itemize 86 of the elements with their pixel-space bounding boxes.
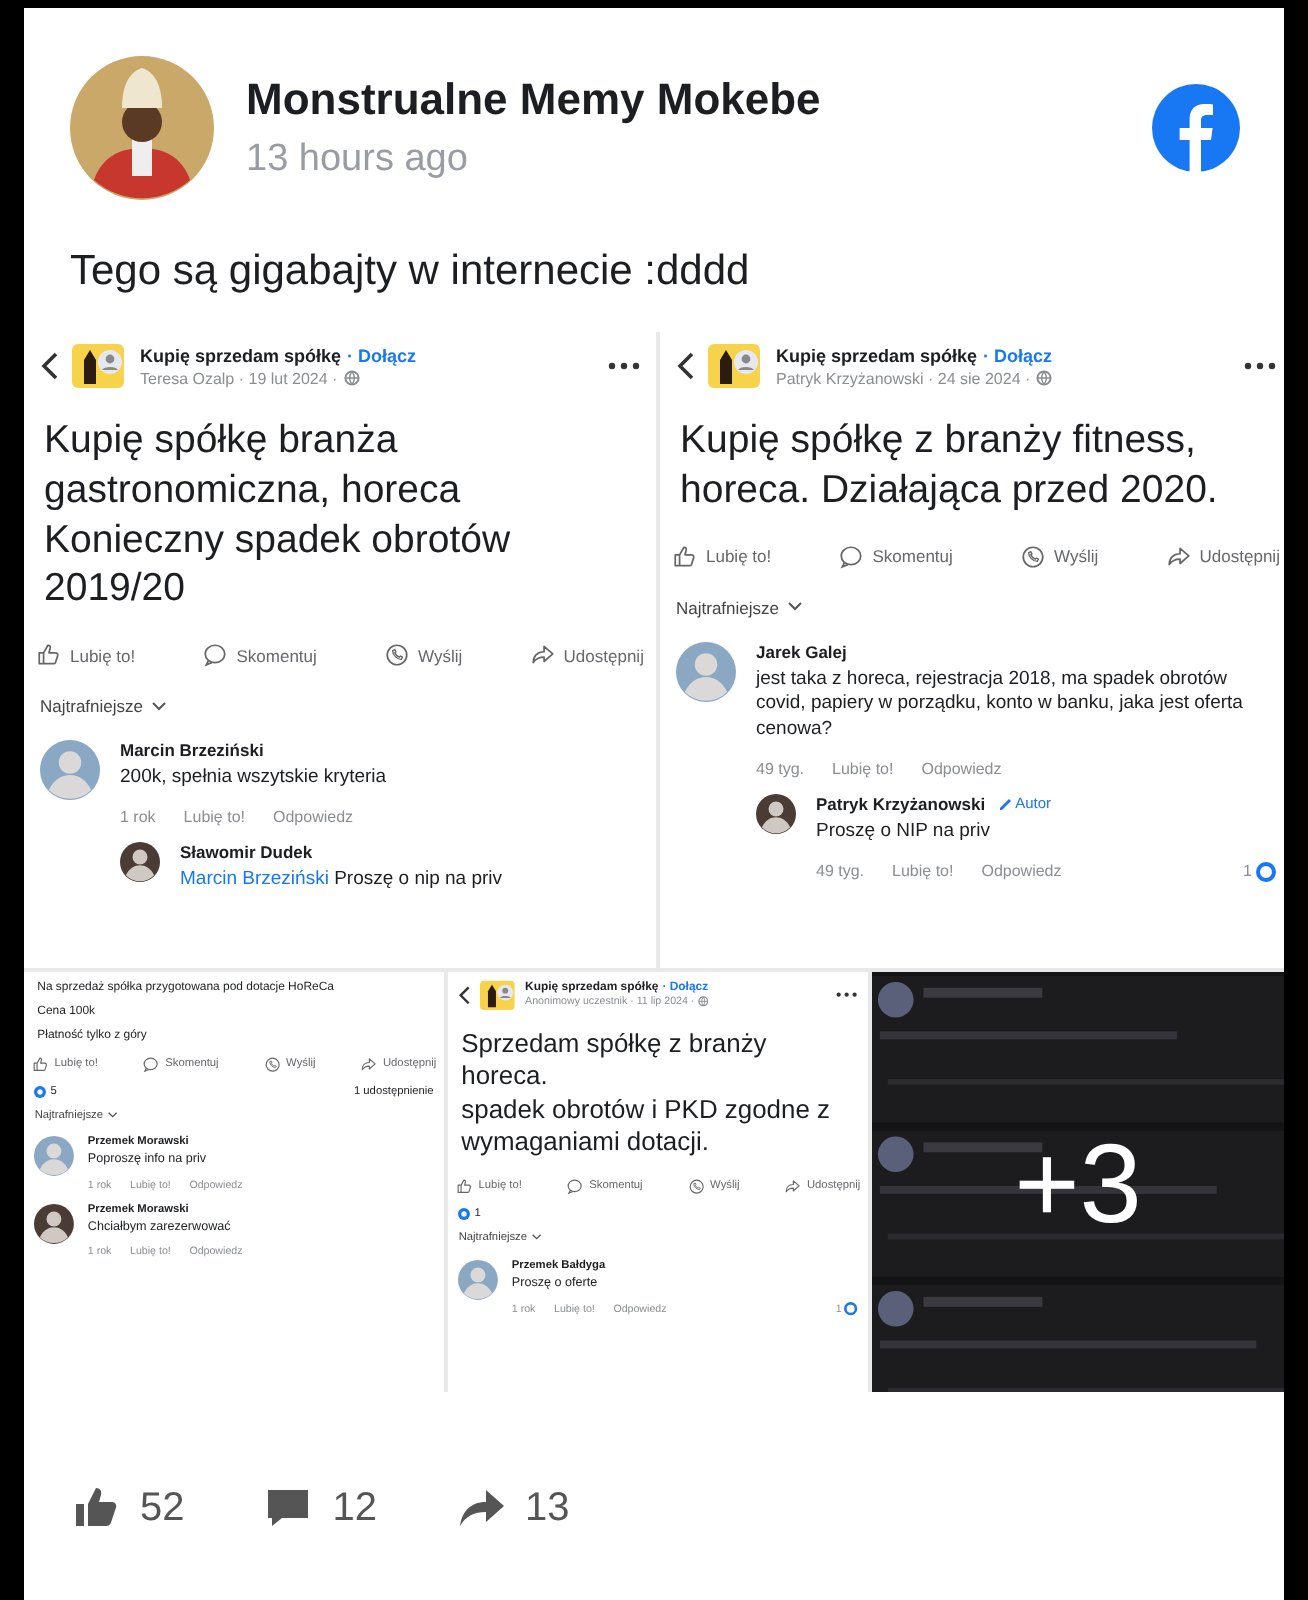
- speech-bubble-icon: [264, 1484, 313, 1532]
- share-count[interactable]: 13: [525, 1485, 570, 1531]
- globe-icon: [343, 370, 360, 386]
- like-button[interactable]: Lubię to!: [672, 543, 772, 569]
- like-count[interactable]: 52: [140, 1485, 185, 1531]
- chevron-down-icon: [787, 602, 801, 612]
- post-text: Tego są gigabajty w internecie :dddd: [68, 246, 752, 298]
- like-button[interactable]: Lubię to!: [36, 642, 136, 668]
- phone-bubble-icon: [1020, 543, 1047, 569]
- avatar-icon: [756, 793, 796, 834]
- more-options-icon: [608, 362, 640, 370]
- reply-link[interactable]: Odpowiedz: [273, 807, 354, 826]
- comment-time: 49 tyg.: [816, 862, 865, 881]
- speech-bubble-icon: [838, 543, 865, 569]
- avatar-icon: [676, 641, 736, 701]
- reaction-icon: [844, 1302, 858, 1317]
- comment-button[interactable]: Skomentuj: [202, 642, 317, 668]
- chevron-down-icon: [108, 1111, 118, 1119]
- avatar-icon: [458, 1259, 499, 1300]
- back-chevron-icon: [458, 985, 472, 1004]
- post-title: Kupię spółkę z branży fitness, horeca. Działająca przed 2020.: [680, 416, 1220, 515]
- pencil-icon: [997, 796, 1012, 811]
- share-button[interactable]: Udostępnij: [529, 642, 644, 668]
- comment-text: jest taka z horeca, rejestracja 2018, ma spadek obrotów covid, papiery w porządku, konto w banku, jaka jest oferta cenowa?: [756, 667, 1245, 744]
- more-photos-count[interactable]: +3: [1014, 1117, 1142, 1247]
- chevron-down-icon: [532, 1234, 542, 1241]
- profile-avatar: [70, 56, 214, 200]
- globe-icon: [698, 996, 709, 1008]
- thumbs-up-icon: [72, 1484, 120, 1532]
- send-button[interactable]: Wyślij: [384, 642, 463, 668]
- post-byline: Teresa Ozalp · 19 lut 2024 ·: [140, 369, 338, 387]
- more-options-icon: [1244, 362, 1276, 370]
- commenter-name[interactable]: Jarek Galej: [756, 641, 847, 661]
- avatar-icon: [34, 1203, 75, 1244]
- avatar-icon: [34, 1136, 75, 1177]
- phone-bubble-icon: [384, 642, 411, 668]
- comment-text: Proszę o NIP na priv: [816, 819, 992, 846]
- post-title: Konieczny spadek obrotów 2019/20: [44, 515, 513, 614]
- comment-text: Marcin Brzeziński Proszę o nip na priv: [180, 867, 505, 894]
- reaction-icon: [1256, 861, 1276, 882]
- facebook-logo-icon: [1152, 84, 1240, 172]
- comment-text: 200k, spełnia wszytskie kryteria: [120, 766, 389, 792]
- thumbs-up-icon: [672, 543, 698, 569]
- sort-dropdown[interactable]: Najtrafniejsze: [660, 585, 817, 629]
- post-byline: Patryk Krzyżanowski · 24 sie 2024 ·: [776, 369, 1031, 387]
- group-icon: [479, 977, 518, 1012]
- share-arrow-icon: [1165, 543, 1192, 569]
- chevron-down-icon: [151, 701, 165, 711]
- back-chevron-icon: [676, 352, 696, 380]
- share-button[interactable]: Udostępnij: [1165, 543, 1280, 569]
- like-link[interactable]: Lubię to!: [892, 862, 954, 881]
- reaction-count: 1: [1243, 862, 1252, 881]
- join-link[interactable]: · Dołącz: [347, 345, 417, 365]
- sort-dropdown[interactable]: Najtrafniejsze: [24, 684, 181, 728]
- reaction-icon: [458, 1208, 471, 1221]
- post-title: spadek obrotów i PKD zgodne z wymaganiami dotacji.: [461, 1093, 832, 1160]
- comment-time: 49 tyg.: [756, 759, 805, 778]
- thumbs-up-icon: [36, 642, 62, 668]
- comment-button[interactable]: Skomentuj: [838, 543, 953, 569]
- commenter-name[interactable]: Patryk Krzyżanowski: [816, 793, 986, 814]
- reply-link[interactable]: Odpowiedz: [981, 862, 1062, 881]
- group-name[interactable]: Kupię sprzedam spółkę: [140, 345, 342, 365]
- like-link[interactable]: Lubię to!: [183, 807, 245, 826]
- globe-icon: [1036, 370, 1053, 386]
- post-time: 13 hours ago: [246, 138, 470, 182]
- avatar-icon: [40, 740, 100, 800]
- author-name[interactable]: Monstrualne Memy Mokebe: [246, 74, 1120, 126]
- share-arrow-icon: [529, 642, 556, 668]
- like-link[interactable]: Lubię to!: [832, 759, 894, 778]
- reply-link[interactable]: Odpowiedz: [921, 759, 1002, 778]
- speech-bubble-icon: [202, 642, 229, 668]
- back-chevron-icon: [40, 352, 60, 380]
- reaction-icon: [34, 1086, 47, 1099]
- comment-count[interactable]: 12: [332, 1485, 377, 1531]
- group-icon: [72, 340, 128, 392]
- commenter-name[interactable]: Marcin Brzeziński: [120, 740, 264, 760]
- post-title: Kupię spółkę branża gastronomiczna, horeca: [44, 416, 463, 515]
- post-title: Sprzedam spółkę z branży horeca.: [461, 1027, 769, 1094]
- group-icon: [708, 340, 764, 392]
- group-name[interactable]: Kupię sprzedam spółkę: [776, 345, 978, 365]
- more-options-icon: [836, 991, 858, 998]
- join-link[interactable]: · Dołącz: [983, 345, 1053, 365]
- commenter-name[interactable]: Sławomir Dudek: [180, 841, 313, 862]
- comment-time: 1 rok: [120, 807, 156, 826]
- avatar-icon: [120, 841, 160, 882]
- send-button[interactable]: Wyślij: [1020, 543, 1099, 569]
